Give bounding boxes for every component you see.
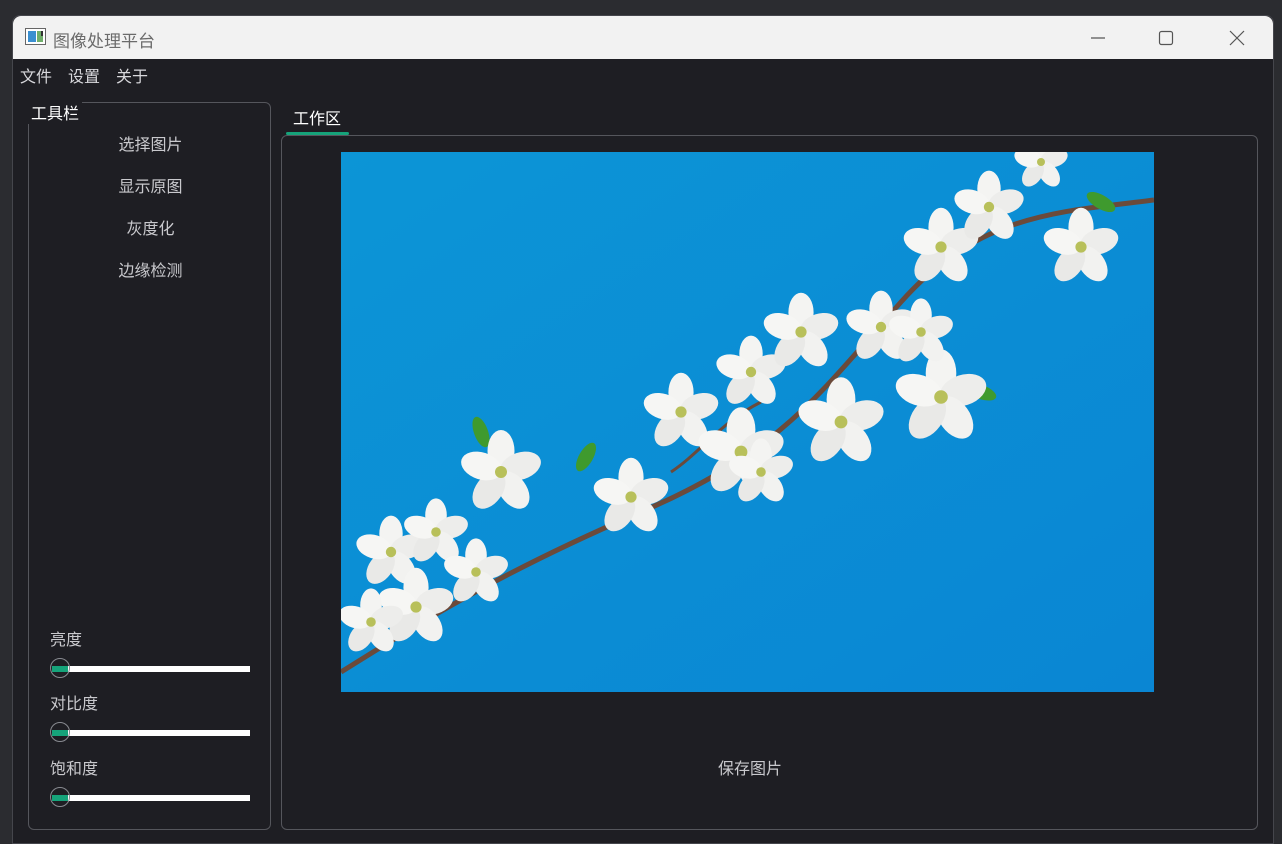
brightness-slider[interactable] (50, 658, 250, 678)
slider-handle[interactable] (50, 722, 70, 742)
contrast-slider[interactable] (50, 722, 250, 742)
saturation-slider[interactable] (50, 787, 250, 807)
tab-workspace[interactable]: 工作区 (285, 105, 349, 135)
show-original-button[interactable]: 显示原图 (29, 173, 272, 197)
edge-detect-button[interactable]: 边缘检测 (29, 257, 272, 281)
minimize-icon (1091, 36, 1105, 39)
workspace-panel: 保存图片 (281, 135, 1258, 830)
menu-bar: 文件 设置 关于 (13, 59, 1273, 87)
app-icon (25, 28, 46, 45)
menu-file[interactable]: 文件 (20, 63, 52, 87)
saturation-label: 饱和度 (50, 759, 99, 778)
slider-track (58, 795, 250, 801)
window-title: 图像处理平台 (53, 32, 155, 52)
brightness-label: 亮度 (50, 630, 83, 649)
tab-workspace-label: 工作区 (292, 109, 341, 128)
grayscale-button[interactable]: 灰度化 (29, 215, 272, 239)
select-image-button[interactable]: 选择图片 (29, 131, 272, 155)
contrast-label: 对比度 (50, 694, 99, 713)
toolbar-panel: 工具栏 选择图片 显示原图 灰度化 边缘检测 亮度 对比度 饱和度 (28, 100, 272, 830)
app-window: 图像处理平台 文件 设置 关于 工具栏 选择图片 显示原图 灰度化 边缘检测 亮… (12, 15, 1274, 844)
image-preview (341, 152, 1154, 692)
save-image-button[interactable]: 保存图片 (718, 755, 782, 779)
menu-settings[interactable]: 设置 (68, 63, 100, 87)
maximize-icon (1158, 30, 1174, 45)
maximize-button[interactable] (1131, 16, 1201, 59)
close-button[interactable] (1202, 16, 1272, 59)
slider-track (58, 666, 250, 672)
close-icon (1229, 30, 1245, 45)
minimize-button[interactable] (1063, 16, 1133, 59)
title-bar[interactable]: 图像处理平台 (13, 16, 1273, 59)
menu-about[interactable]: 关于 (116, 63, 148, 87)
slider-handle[interactable] (50, 787, 70, 807)
slider-handle[interactable] (50, 658, 70, 678)
slider-track (58, 730, 250, 736)
toolbar-title: 工具栏 (28, 100, 83, 124)
